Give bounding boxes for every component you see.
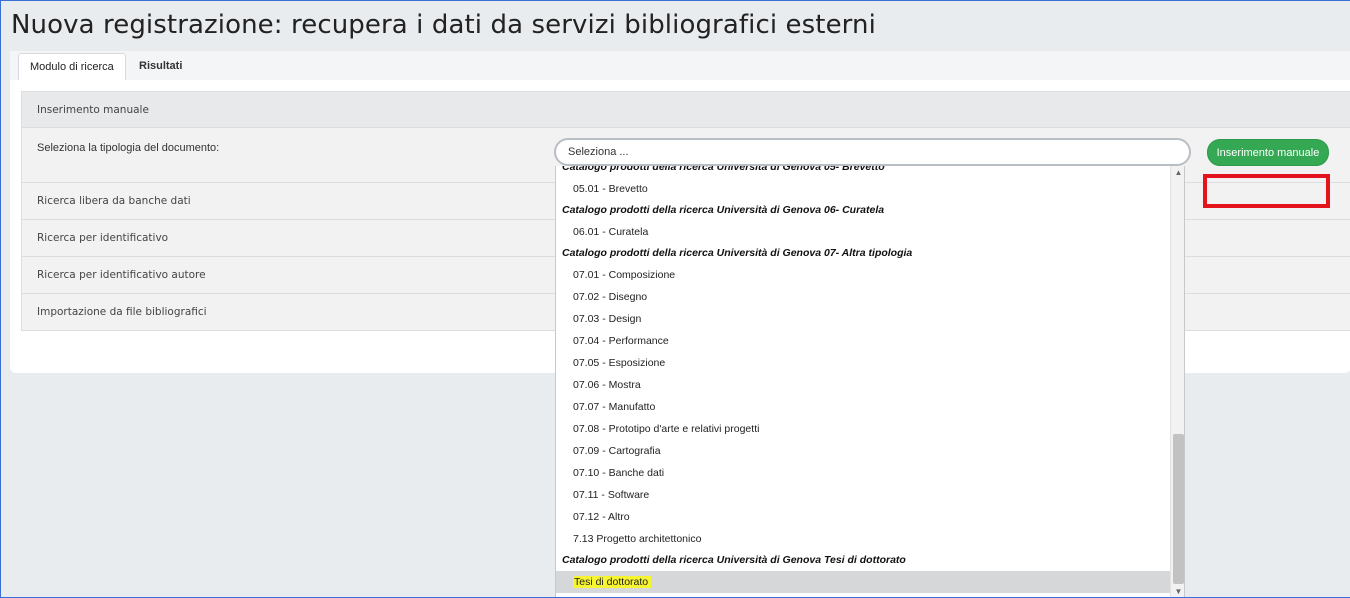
- dropdown-option[interactable]: 07.04 - Performance: [556, 330, 1170, 352]
- dropdown-option[interactable]: 07.06 - Mostra: [556, 374, 1170, 396]
- dropdown-option[interactable]: 07.01 - Composizione: [556, 264, 1170, 286]
- tab-risultati[interactable]: Risultati: [128, 53, 193, 80]
- tab-modulo-di-ricerca[interactable]: Modulo di ricerca: [18, 53, 126, 80]
- dropdown-option[interactable]: 07.08 - Prototipo d'arte e relativi prog…: [556, 418, 1170, 440]
- tabs-bar: [10, 51, 1350, 80]
- page-title: Nuova registrazione: recupera i dati da …: [11, 10, 876, 40]
- dropdown-option[interactable]: 05.01 - Brevetto: [556, 178, 1170, 200]
- scroll-up-icon[interactable]: ▲: [1171, 166, 1184, 180]
- dropdown-option[interactable]: 07.02 - Disegno: [556, 286, 1170, 308]
- scroll-thumb[interactable]: [1173, 434, 1184, 584]
- dropdown-option[interactable]: 06.01 - Curatela: [556, 221, 1170, 243]
- dropdown-group: Catalogo prodotti della ricerca Universi…: [562, 554, 906, 566]
- dropdown-group: Catalogo prodotti della ricerca Universi…: [562, 166, 885, 173]
- tipologia-label: Seleziona la tipologia del documento:: [37, 142, 220, 154]
- inserimento-manuale-button[interactable]: Inserimento manuale: [1207, 139, 1329, 166]
- dropdown-option[interactable]: 07.10 - Banche dati: [556, 462, 1170, 484]
- dropdown-group: Catalogo prodotti della ricerca Universi…: [562, 204, 885, 216]
- dropdown-option[interactable]: 07.12 - Altro: [556, 506, 1170, 528]
- dropdown-group: Catalogo prodotti della ricerca Universi…: [562, 247, 913, 259]
- scroll-down-icon[interactable]: ▼: [1171, 585, 1184, 597]
- dropdown-option[interactable]: 07.07 - Manufatto: [556, 396, 1170, 418]
- annotation-red-box: [1203, 174, 1330, 208]
- select-dropdown[interactable]: Catalogo prodotti della ricerca Universi…: [555, 166, 1185, 597]
- dropdown-option[interactable]: 07.11 - Software: [556, 484, 1170, 506]
- dropdown-option[interactable]: 07.09 - Cartografia: [556, 440, 1170, 462]
- dropdown-option[interactable]: 07.05 - Esposizione: [556, 352, 1170, 374]
- app-window: Nuova registrazione: recupera i dati da …: [0, 0, 1350, 598]
- section-inserimento-manuale[interactable]: Inserimento manuale: [22, 92, 1350, 128]
- dropdown-option[interactable]: 7.13 Progetto architettonico: [556, 528, 1170, 550]
- dropdown-list: Catalogo prodotti della ricerca Universi…: [556, 166, 1170, 593]
- dropdown-option-selected[interactable]: Tesi di dottorato: [556, 571, 1170, 593]
- dropdown-scrollbar[interactable]: ▲ ▼: [1170, 166, 1184, 597]
- dropdown-option[interactable]: 07.03 - Design: [556, 308, 1170, 330]
- document-type-select[interactable]: Seleziona ...: [554, 138, 1191, 166]
- highlighted-option-label: Tesi di dottorato: [573, 576, 652, 588]
